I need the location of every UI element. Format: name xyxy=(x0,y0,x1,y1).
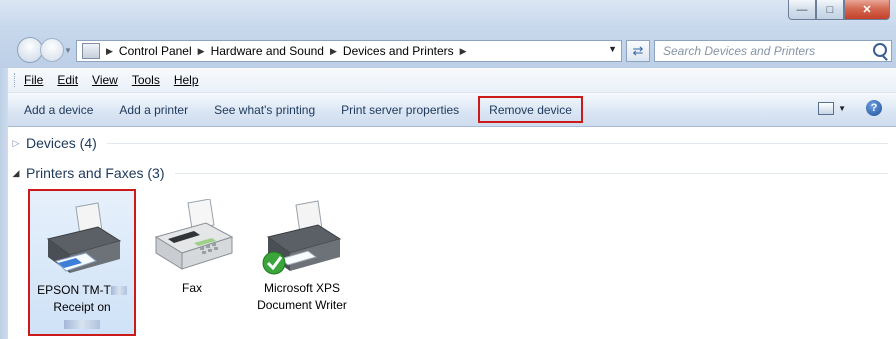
device-fax[interactable]: Fax xyxy=(138,189,246,336)
device-label: Fax xyxy=(181,281,202,295)
see-whats-printing-button[interactable]: See what's printing xyxy=(201,97,328,123)
breadcrumb: ▶ Control Panel ▶ Hardware and Sound ▶ D… xyxy=(100,44,473,58)
remove-device-button[interactable]: Remove device xyxy=(478,96,583,123)
device-list: ▷ Devices (4) ◢ Printers and Faxes (3) E… xyxy=(8,127,896,339)
address-dropdown-icon[interactable]: ▼ xyxy=(608,44,617,54)
refresh-icon: ⇄ xyxy=(632,43,644,58)
device-label xyxy=(30,317,134,332)
search-input[interactable]: Search Devices and Printers xyxy=(654,40,892,62)
control-panel-icon xyxy=(82,43,100,59)
breadcrumb-devices-and-printers[interactable]: Devices and Printers xyxy=(343,44,454,58)
default-printer-check-icon xyxy=(262,251,286,275)
refresh-button[interactable]: ⇄ xyxy=(626,40,650,62)
menu-file[interactable]: File xyxy=(24,73,43,87)
search-placeholder: Search Devices and Printers xyxy=(663,44,816,58)
device-label: Receipt on xyxy=(53,300,111,314)
breadcrumb-hardware-and-sound[interactable]: Hardware and Sound xyxy=(211,44,324,58)
view-options-dropdown-icon[interactable]: ▼ xyxy=(838,104,846,113)
forward-button[interactable] xyxy=(40,38,64,62)
device-label: Microsoft XPS xyxy=(263,281,341,295)
fax-icon xyxy=(154,199,234,270)
close-button[interactable]: ✕ xyxy=(844,0,890,20)
breadcrumb-separator-icon[interactable]: ▶ xyxy=(330,46,337,57)
window-frame-left xyxy=(0,68,8,339)
group-devices-title[interactable]: Devices (4) xyxy=(26,135,97,151)
group-divider xyxy=(106,142,888,144)
print-server-properties-button[interactable]: Print server properties xyxy=(328,97,472,123)
breadcrumb-separator-icon[interactable]: ▶ xyxy=(460,46,467,57)
breadcrumb-separator-icon[interactable]: ▶ xyxy=(106,46,113,57)
devices-and-printers-window: — □ ✕ ▼ ▶ Control Panel ▶ Hardware and S… xyxy=(0,0,896,339)
address-bar[interactable]: ▶ Control Panel ▶ Hardware and Sound ▶ D… xyxy=(76,40,622,62)
group-divider xyxy=(174,172,888,174)
caption-buttons: — □ ✕ xyxy=(788,0,890,20)
group-printers-and-faxes[interactable]: ◢ Printers and Faxes (3) xyxy=(8,165,888,181)
add-printer-button[interactable]: Add a printer xyxy=(106,97,201,123)
device-epson-printer[interactable]: EPSON TM-T Receipt on xyxy=(28,189,136,336)
menu-tools[interactable]: Tools xyxy=(132,73,160,87)
help-icon[interactable]: ? xyxy=(866,100,882,116)
minimize-button[interactable]: — xyxy=(788,0,816,20)
redacted-text xyxy=(110,286,127,296)
expand-chevron-icon[interactable]: ▷ xyxy=(8,138,24,149)
device-label: Document Writer xyxy=(257,298,347,312)
recent-pages-dropdown[interactable]: ▼ xyxy=(64,46,72,55)
search-icon[interactable] xyxy=(873,43,887,57)
group-printers-title[interactable]: Printers and Faxes (3) xyxy=(26,165,165,181)
command-bar: Add a device Add a printer See what's pr… xyxy=(8,93,896,127)
device-microsoft-xps[interactable]: Microsoft XPS Document Writer xyxy=(248,189,356,336)
printer-icon xyxy=(262,200,342,275)
printer-items: EPSON TM-T Receipt on Fax Microsoft XPS … xyxy=(28,189,358,336)
menu-edit[interactable]: Edit xyxy=(57,73,78,87)
menu-help[interactable]: Help xyxy=(174,73,199,87)
add-device-button[interactable]: Add a device xyxy=(8,97,106,123)
menu-grip xyxy=(14,73,18,87)
collapse-chevron-icon[interactable]: ◢ xyxy=(8,168,24,179)
maximize-button[interactable]: □ xyxy=(816,0,844,20)
breadcrumb-control-panel[interactable]: Control Panel xyxy=(119,44,192,58)
menu-view[interactable]: View xyxy=(92,73,118,87)
receipt-printer-icon xyxy=(46,202,122,273)
redacted-text xyxy=(64,320,100,330)
breadcrumb-separator-icon[interactable]: ▶ xyxy=(198,46,205,57)
change-view-icon[interactable] xyxy=(818,102,834,115)
device-label: EPSON TM-T xyxy=(30,283,134,298)
group-devices[interactable]: ▷ Devices (4) xyxy=(8,135,888,151)
menu-bar: File Edit View Tools Help xyxy=(8,68,896,93)
